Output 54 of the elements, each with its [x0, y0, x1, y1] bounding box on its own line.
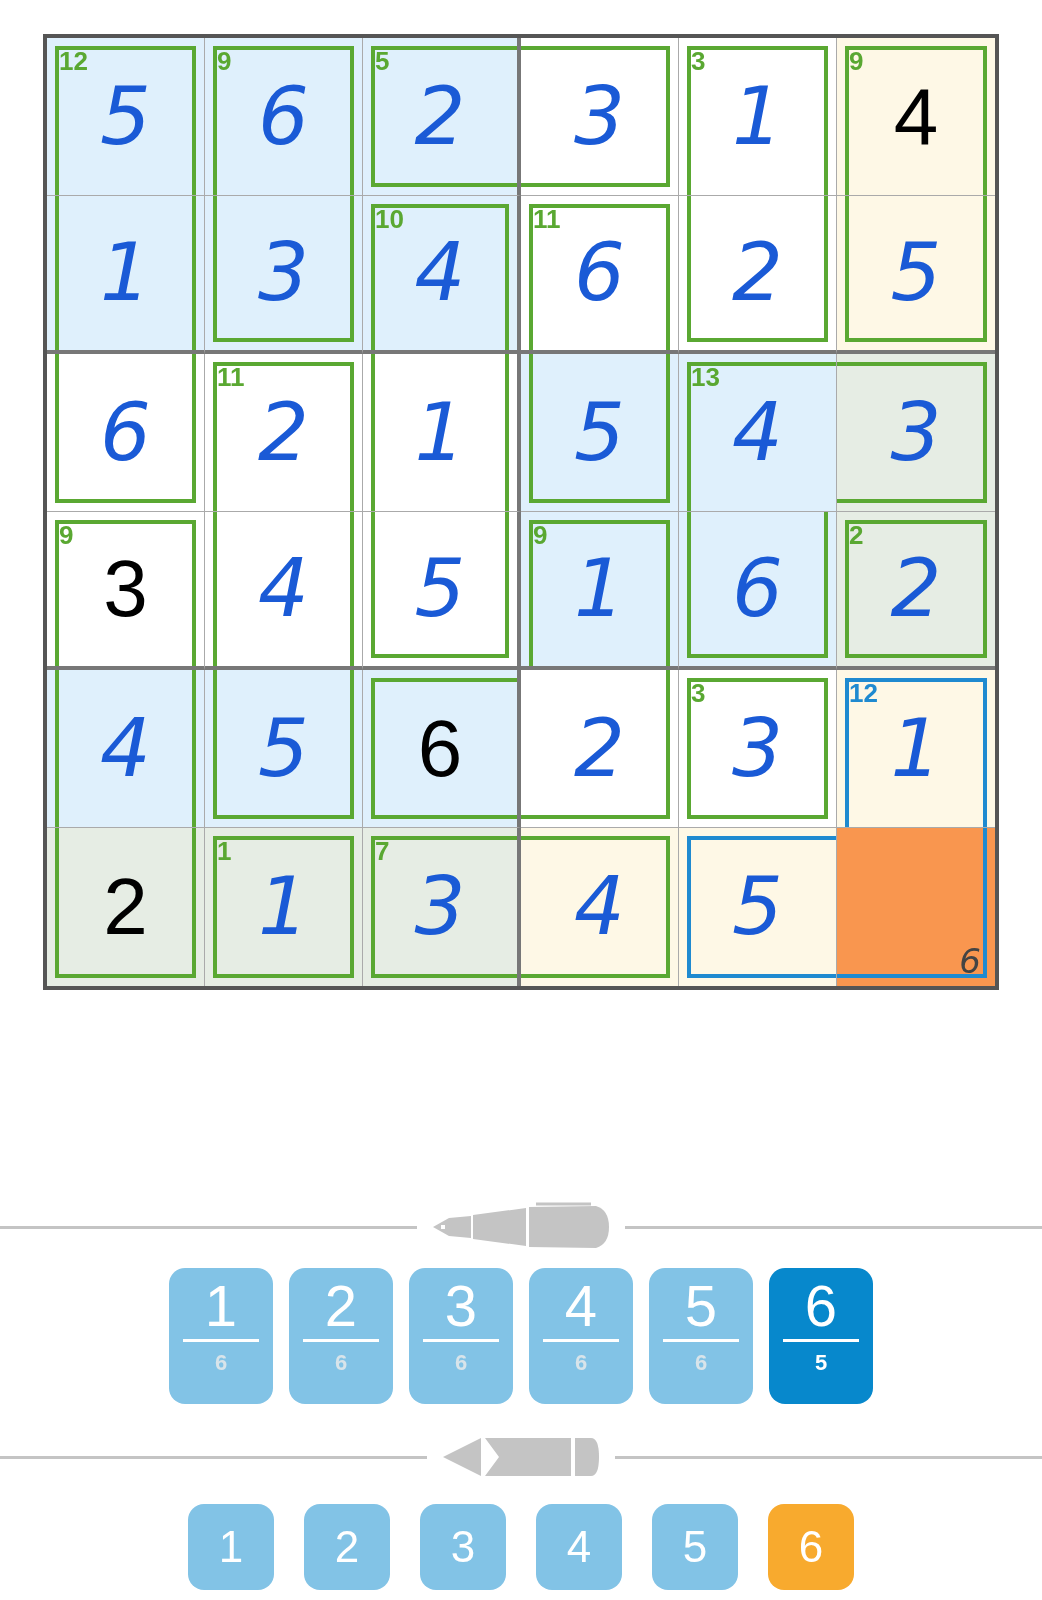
- grid-cell[interactable]: 6: [679, 512, 837, 670]
- cage-sum: 13: [691, 364, 720, 390]
- pen-digit-key[interactable]: 6 5: [769, 1268, 873, 1404]
- cage-sum: 11: [217, 364, 245, 390]
- grid-cell[interactable]: 5: [205, 670, 363, 828]
- grid-cell[interactable]: 4 9: [837, 38, 995, 196]
- grid-cell[interactable]: 1: [47, 196, 205, 354]
- grid-cell[interactable]: 4 13: [679, 354, 837, 512]
- grid-cell[interactable]: 3 3: [679, 670, 837, 828]
- grid-cell[interactable]: 3 9: [47, 512, 205, 670]
- grid-cell[interactable]: 3 7: [363, 828, 521, 986]
- cage-sum: 12: [59, 48, 88, 74]
- grid-cell[interactable]: 5: [521, 354, 679, 512]
- grid-cell[interactable]: 1: [363, 354, 521, 512]
- grid-cell[interactable]: 5 12: [47, 38, 205, 196]
- cage-sum: 1: [217, 838, 232, 864]
- grid-cell[interactable]: 4: [47, 670, 205, 828]
- grid-cell[interactable]: 2 5: [363, 38, 521, 196]
- cage-sum: 3: [691, 680, 706, 706]
- grid-cell[interactable]: 6: [47, 354, 205, 512]
- grid-cell[interactable]: 3: [521, 38, 679, 196]
- cage-sum: 10: [375, 206, 404, 232]
- cage-sum: 9: [217, 48, 232, 74]
- grid-cell[interactable]: 6: [837, 828, 995, 986]
- cage-sum: 9: [533, 522, 548, 548]
- pencil-mark: 6: [959, 944, 981, 978]
- grid-cell[interactable]: 3: [205, 196, 363, 354]
- cage-sum: 2: [849, 522, 864, 548]
- cage-sum: 11: [533, 206, 561, 232]
- grid-cell[interactable]: 1 12: [837, 670, 995, 828]
- cage-sum: 12: [849, 680, 878, 706]
- grid-cell[interactable]: 4: [205, 512, 363, 670]
- grid-cell[interactable]: 5: [363, 512, 521, 670]
- grid-cell[interactable]: 1 9: [521, 512, 679, 670]
- grid-cell[interactable]: 6: [363, 670, 521, 828]
- grid-cell[interactable]: 5: [837, 196, 995, 354]
- grid-cell[interactable]: 6 9: [205, 38, 363, 196]
- cage-sum: 9: [59, 522, 74, 548]
- grid-cell[interactable]: 6 11: [521, 196, 679, 354]
- cage-sum: 5: [375, 48, 390, 74]
- grid-cell[interactable]: 1 3: [679, 38, 837, 196]
- grid-cell[interactable]: 2: [47, 828, 205, 986]
- grid-cell[interactable]: 2 2: [837, 512, 995, 670]
- grid-cell[interactable]: 5: [679, 828, 837, 986]
- grid-cell[interactable]: 4 10: [363, 196, 521, 354]
- cage-sum: 9: [849, 48, 864, 74]
- grid-cell[interactable]: 4: [521, 828, 679, 986]
- grid-cell[interactable]: 2 11: [205, 354, 363, 512]
- grid-cell[interactable]: 2: [679, 196, 837, 354]
- grid-cell[interactable]: 1 1: [205, 828, 363, 986]
- grid-cell[interactable]: 3: [837, 354, 995, 512]
- grid-cell[interactable]: 2: [521, 670, 679, 828]
- cage-sum: 7: [375, 838, 390, 864]
- cage-sum: 3: [691, 48, 706, 74]
